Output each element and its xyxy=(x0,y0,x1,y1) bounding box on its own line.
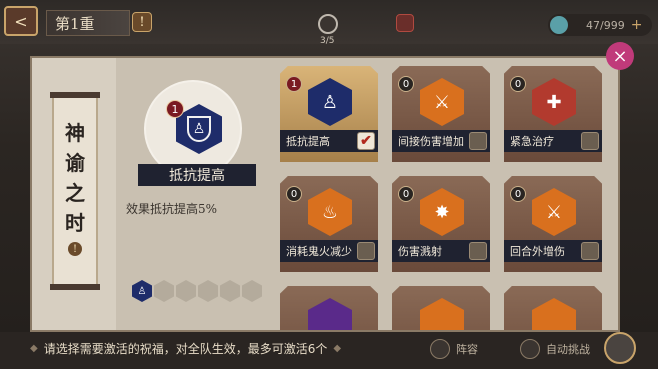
blessing-label: 间接伤害增加 xyxy=(398,135,464,148)
blessing-label: 紧急治疗 xyxy=(510,135,554,148)
lineup-label: 阵容 xyxy=(456,343,478,356)
title-char: 谕 xyxy=(65,151,85,175)
card-label-bar: 伤害溅射 xyxy=(392,240,490,262)
resource-icon xyxy=(550,16,568,34)
slot-empty xyxy=(176,280,196,302)
blessing-label: 抵抗提高 xyxy=(286,135,330,148)
title-char: 时 xyxy=(65,211,85,235)
slot-filled: ♙ xyxy=(132,280,152,302)
title-char: 之 xyxy=(65,181,85,205)
hint-text: 请选择需要激活的祝福，对全队生效，最多可激活6个 xyxy=(43,342,328,356)
lineup-icon xyxy=(430,339,450,359)
slot-empty xyxy=(198,280,218,302)
diamond-icon: ◆ xyxy=(30,343,38,354)
add-resource-button[interactable]: + xyxy=(631,17,643,33)
level-badge: 0 xyxy=(398,186,414,202)
hint-row: ◆ 请选择需要激活的祝福，对全队生效，最多可激活6个 ◆ xyxy=(30,340,341,357)
level-badge: 1 xyxy=(286,76,302,92)
blessing-glyph: ♙ xyxy=(321,91,339,113)
select-checkbox[interactable] xyxy=(581,242,599,260)
scroll-rod-top xyxy=(50,92,100,98)
select-checkbox[interactable] xyxy=(357,242,375,260)
level-badge: 0 xyxy=(398,76,414,92)
blessing-grid: ♙ 1 抵抗提高 ✔ ⚔ 0 间接伤害增加 ✚ 0 紧急治疗 ♨ 0 消耗鬼火减少 ✸ 0 伤害溅射 ⚔ 0 回合外… xyxy=(280,66,616,330)
warn-icon[interactable]: ! xyxy=(132,12,152,32)
swirl-icon xyxy=(318,14,338,34)
lineup-button[interactable]: 阵容 xyxy=(430,336,522,362)
level-badge: 0 xyxy=(286,186,302,202)
top-bar: < 第1重 ! 3/5 47/999 + xyxy=(0,0,658,46)
info-icon[interactable]: ! xyxy=(68,242,82,256)
select-checkbox[interactable] xyxy=(581,132,599,150)
blessing-card[interactable]: ⚔ 0 间接伤害增加 xyxy=(392,66,490,162)
blessing-glyph: ✚ xyxy=(546,91,562,113)
level-badge: 0 xyxy=(510,186,526,202)
resource-count: 47/999 xyxy=(586,18,625,32)
level-badge: 0 xyxy=(510,76,526,92)
back-button[interactable]: < xyxy=(4,6,38,36)
mask-icon xyxy=(396,14,414,32)
active-slots: ♙ xyxy=(132,280,262,302)
slot-empty xyxy=(154,280,174,302)
auto-battle-button[interactable]: 自动挑战 xyxy=(520,336,600,362)
blessing-label: 伤害溅射 xyxy=(398,245,442,258)
blessing-panel: 神 谕 之 时 ! ♙ 1 抵抗提高 效果抵抗提高5% ♙ ♙ 1 抵抗提高 ✔ ⚔ 0 间… xyxy=(30,56,620,332)
select-checkbox[interactable] xyxy=(469,242,487,260)
diamond-icon: ◆ xyxy=(333,343,342,354)
select-checkbox[interactable] xyxy=(469,132,487,150)
blessing-card[interactable]: ♨ 0 消耗鬼火减少 xyxy=(280,176,378,272)
level-badge: 1 xyxy=(166,100,184,118)
blessing-glyph: ⚔ xyxy=(433,91,451,113)
slot-empty xyxy=(220,280,240,302)
title-char: 神 xyxy=(65,121,85,145)
blessing-card[interactable]: ♙ 1 抵抗提高 ✔ xyxy=(280,66,378,162)
vertical-title: 神 谕 之 时 ! xyxy=(50,92,100,290)
card-label-bar: 紧急治疗 xyxy=(504,130,602,152)
close-button[interactable]: × xyxy=(606,42,634,70)
blessing-card[interactable]: ✚ 0 紧急治疗 xyxy=(504,66,602,162)
card-label-bar: 抵抗提高 ✔ xyxy=(280,130,378,152)
scroll-rod-bottom xyxy=(50,284,100,290)
blessing-label: 回合外增伤 xyxy=(510,245,565,258)
title-strip: 神 谕 之 时 ! xyxy=(32,58,116,330)
auto-battle-icon xyxy=(520,339,540,359)
slot-empty xyxy=(242,280,262,302)
blessing-glyph: ⚔ xyxy=(545,201,563,223)
blessing-card[interactable] xyxy=(280,286,378,330)
blessing-glyph: ♨ xyxy=(321,201,339,223)
effect-description: 效果抵抗提高5% xyxy=(126,202,218,216)
blessing-card[interactable] xyxy=(392,286,490,330)
blessing-card[interactable]: ✸ 0 伤害溅射 xyxy=(392,176,490,272)
blessing-detail: ♙ 1 抵抗提高 效果抵抗提高5% ♙ xyxy=(116,58,278,330)
card-label-bar: 间接伤害增加 xyxy=(392,130,490,152)
blessing-glyph: ✸ xyxy=(434,201,450,223)
progress-text: 3/5 xyxy=(320,36,335,46)
card-label-bar: 消耗鬼火减少 xyxy=(280,240,378,262)
blessing-card[interactable] xyxy=(504,286,602,330)
blessing-card[interactable]: ⚔ 0 回合外增伤 xyxy=(504,176,602,272)
auto-battle-label: 自动挑战 xyxy=(546,343,590,356)
selected-blessing-name: 抵抗提高 xyxy=(138,164,256,186)
blessing-label: 消耗鬼火减少 xyxy=(286,245,352,258)
stage-title: 第1重 xyxy=(46,10,130,36)
select-checkbox[interactable]: ✔ xyxy=(357,132,375,150)
resource-counter: 47/999 + xyxy=(548,14,652,36)
card-label-bar: 回合外增伤 xyxy=(504,240,602,262)
avatar[interactable] xyxy=(604,332,636,364)
